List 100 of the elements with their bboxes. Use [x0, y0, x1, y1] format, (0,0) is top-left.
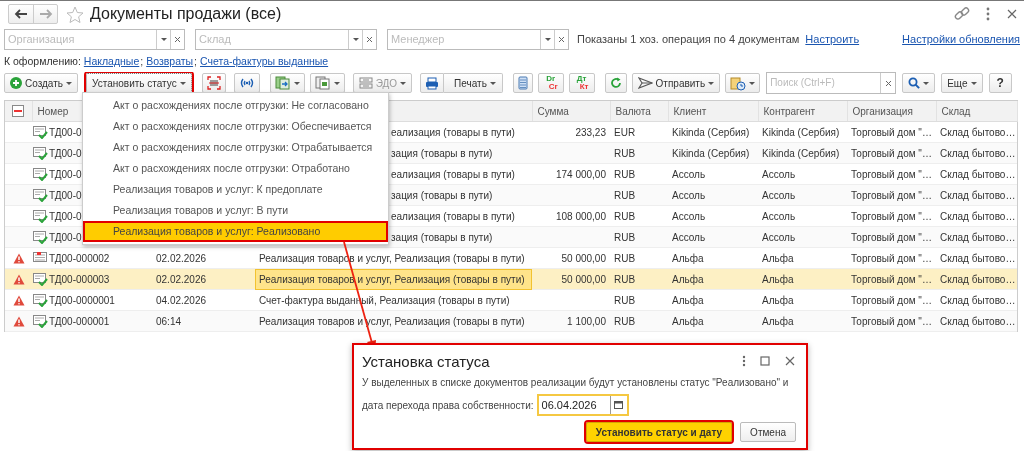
- table-cell: Kikinda (Сербия): [668, 142, 758, 164]
- document-number: ТД00-000001: [49, 315, 110, 327]
- caret-icon: [923, 81, 930, 85]
- help-button[interactable]: ?: [988, 73, 1012, 93]
- print-button[interactable]: [420, 73, 445, 93]
- table-cell: Альфа: [758, 289, 847, 311]
- clear-icon[interactable]: [174, 35, 181, 43]
- list-button[interactable]: [512, 73, 533, 93]
- table-cell: Склад бытово…: [936, 226, 1017, 248]
- todo-link[interactable]: Возвраты: [146, 55, 194, 67]
- table-cell: Склад бытово…: [936, 121, 1017, 143]
- table-cell: 1 100,00: [532, 310, 610, 332]
- documents-arrow-icon: [274, 76, 291, 90]
- table-cell: RUB: [610, 226, 668, 248]
- document-number: ТД00-0: [49, 189, 82, 201]
- maximize-icon[interactable]: [760, 356, 770, 366]
- table-cell: RUB: [610, 289, 668, 311]
- document-number: ТД00-0: [49, 168, 82, 180]
- todo-link[interactable]: Накладные: [83, 55, 140, 67]
- todo-link[interactable]: Счета-фактуры выданные: [200, 55, 329, 67]
- close-icon[interactable]: [784, 355, 796, 367]
- table-cell: Ассоль: [668, 184, 758, 206]
- table-cell: Торговый дом "…: [847, 268, 936, 290]
- menu-item[interactable]: Реализация товаров и услуг: Реализовано: [83, 221, 388, 242]
- link-icon[interactable]: [954, 6, 970, 22]
- table-cell: 50 000,00: [532, 268, 610, 290]
- document-number: ТД00-000003: [49, 273, 110, 285]
- table-cell: 02.02.2026: [152, 247, 255, 269]
- table-cell: Торговый дом "…: [847, 226, 936, 248]
- table-cell: 06:14: [152, 310, 255, 332]
- more-icon[interactable]: [986, 7, 990, 21]
- calendar-icon[interactable]: [614, 401, 624, 409]
- documents-button[interactable]: [269, 73, 305, 93]
- document-number: ТД00-0: [49, 147, 82, 159]
- column-header[interactable]: Валюта: [610, 101, 668, 122]
- table-cell: Альфа: [668, 247, 758, 269]
- table-cell: Склад бытово…: [936, 289, 1017, 311]
- separator-text: ;: [140, 55, 144, 67]
- barcode-button[interactable]: [201, 73, 226, 93]
- dt-kt-button[interactable]: Дт Кт: [568, 73, 595, 93]
- barcode-icon: [206, 76, 221, 90]
- dr-cr-button[interactable]: Dr Cr: [537, 73, 564, 93]
- date-field[interactable]: 06.04.2026: [536, 394, 629, 416]
- search-button[interactable]: [902, 73, 936, 93]
- table-cell: Склад бытово…: [936, 163, 1017, 185]
- caret-icon[interactable]: [352, 37, 359, 41]
- more-icon[interactable]: [742, 355, 746, 367]
- todo-label: К оформлению:: [4, 55, 81, 67]
- table-row[interactable]: ТД00-000003 02.02.2026 Реализация товаров и услуг, Реализация (товары в пути) 50 000,00 RUB Альфа Альфа Торговый дом "… Склад бытово…: [5, 268, 1017, 290]
- table-row[interactable]: ТД00-000001 06:14 Реализация товаров и услуг, Реализация (товары в пути) 1 100,00 RUB Альфа Альфа Торговый дом "… Склад бытово…: [5, 310, 1017, 332]
- confirm-button[interactable]: Установить статус и дату: [585, 422, 733, 442]
- table-cell: Ассоль: [668, 205, 758, 227]
- dialog-message: У выделенных в списке документов реализации будут установлены статус "Реализовано" и: [362, 376, 790, 389]
- table-cell: Торговый дом "…: [847, 142, 936, 164]
- plus-icon: [10, 77, 22, 89]
- document-number: ТД00-000002: [49, 252, 110, 264]
- table-cell: Склад бытово…: [936, 247, 1017, 269]
- table-cell: Склад бытово…: [936, 142, 1017, 164]
- column-header[interactable]: Склад: [936, 101, 1017, 122]
- document-number: ТД00-0: [49, 231, 82, 243]
- set-status-button[interactable]: Установить статус: [86, 73, 192, 93]
- table-cell: Ассоль: [758, 226, 847, 248]
- column-header[interactable]: Клиент: [668, 101, 758, 122]
- more-button[interactable]: Еще: [941, 73, 983, 93]
- configure-link[interactable]: Настроить: [805, 33, 860, 45]
- document-clock-icon: [730, 75, 747, 91]
- star-icon[interactable]: [66, 5, 84, 23]
- column-header[interactable]: Сумма: [532, 101, 610, 122]
- separator-text: ;: [194, 55, 198, 67]
- table-cell: Альфа: [668, 289, 758, 311]
- close-icon[interactable]: [1006, 8, 1018, 20]
- caret-icon[interactable]: [160, 37, 167, 41]
- clear-icon[interactable]: [366, 35, 373, 43]
- send-button[interactable]: Отправить: [631, 73, 721, 93]
- document-number: ТД00-0000001: [49, 294, 115, 306]
- documents-button[interactable]: [309, 73, 345, 93]
- table-cell: Альфа: [758, 268, 847, 290]
- broadcast-button[interactable]: [233, 73, 260, 93]
- clear-icon[interactable]: [884, 79, 892, 87]
- table-cell: RUB: [610, 184, 668, 206]
- column-header[interactable]: Организация: [847, 101, 936, 122]
- create-button[interactable]: Создать: [4, 73, 78, 93]
- caret-icon[interactable]: [544, 37, 551, 41]
- table-cell: Торговый дом "…: [847, 310, 936, 332]
- column-header[interactable]: Контрагент: [758, 101, 847, 122]
- menu-item[interactable]: Акт о расхождениях после отгрузки: Не согласовано: [83, 95, 388, 116]
- date-label: дата перехода права собственности:: [362, 399, 534, 411]
- table-cell: Kikinda (Сербия): [758, 142, 847, 164]
- table-cell: EUR: [610, 121, 668, 143]
- caret-icon: [970, 81, 977, 85]
- table-cell: RUB: [610, 268, 668, 290]
- clear-icon[interactable]: [558, 35, 565, 43]
- print-menu-button[interactable]: Печать: [444, 73, 503, 93]
- document-clock-button[interactable]: [725, 73, 761, 93]
- refresh-icon: [609, 77, 622, 89]
- table-cell: Торговый дом "…: [847, 247, 936, 269]
- refresh-settings-link[interactable]: Настройки обновления: [902, 33, 1020, 45]
- refresh-button[interactable]: [604, 73, 627, 93]
- cancel-button[interactable]: Отмена: [740, 422, 796, 442]
- table-cell: Ассоль: [758, 205, 847, 227]
